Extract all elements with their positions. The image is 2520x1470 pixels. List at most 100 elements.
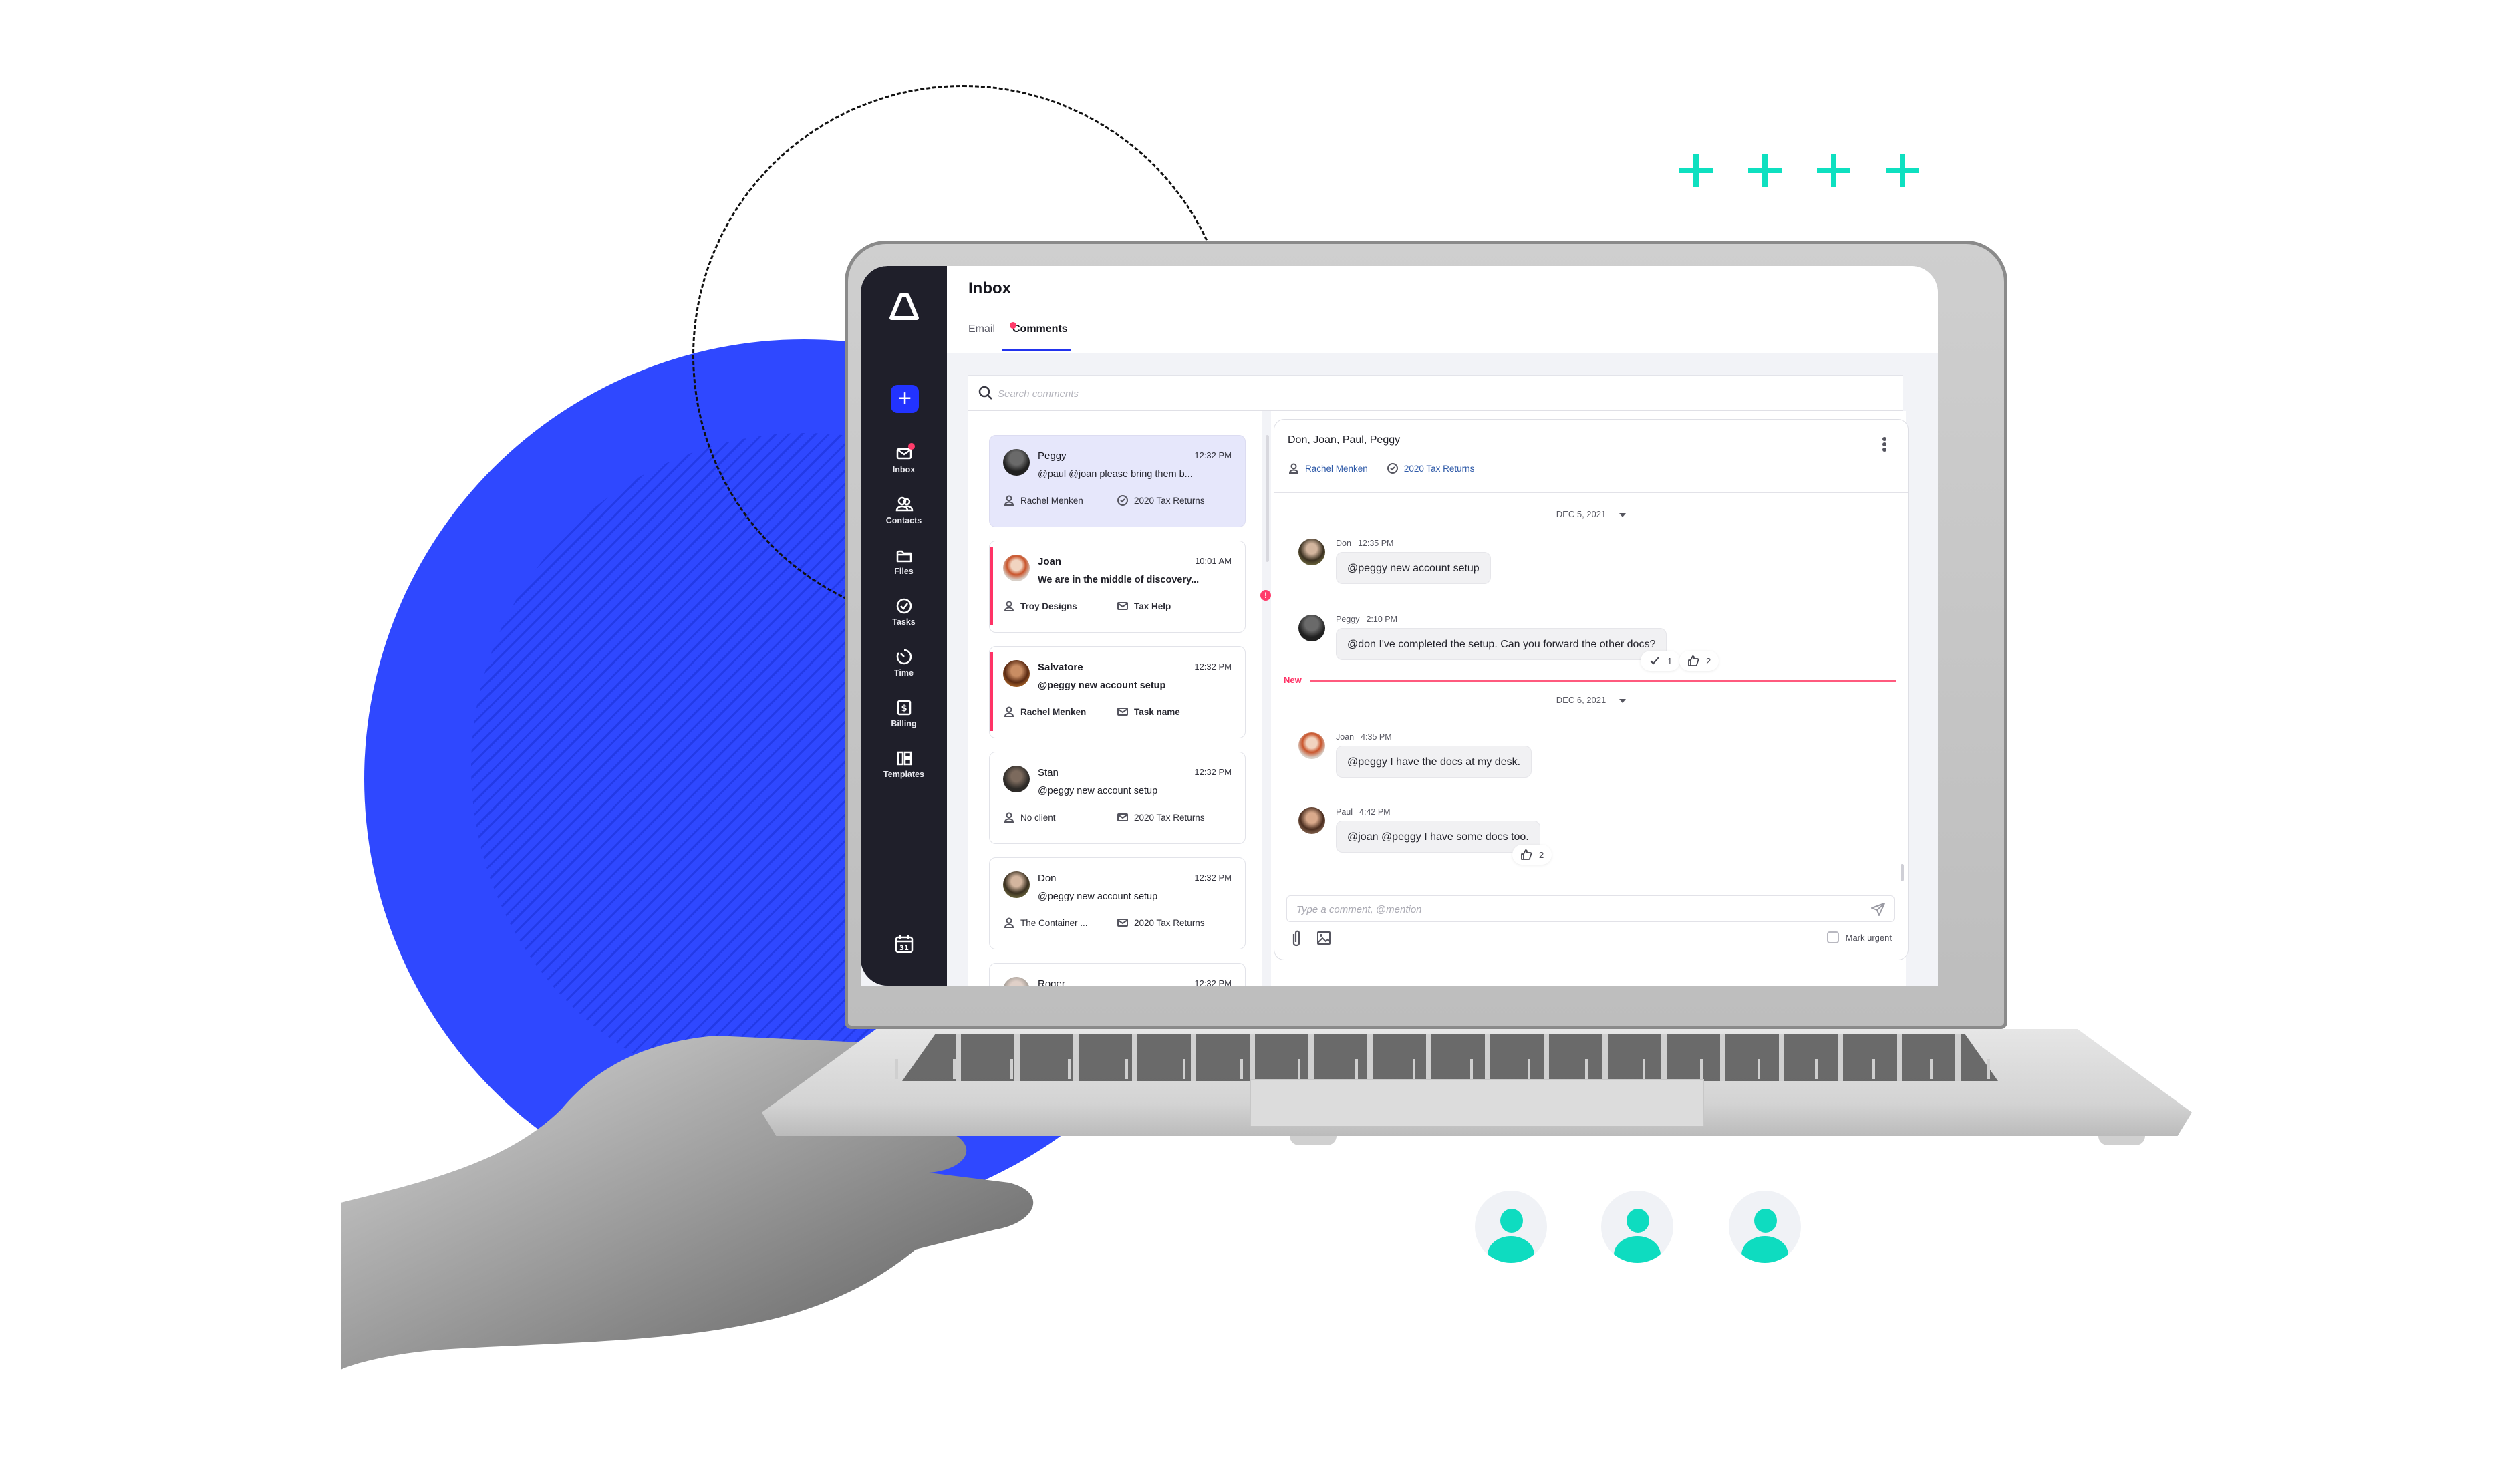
- date-separator: DEC 6, 2021: [1274, 695, 1908, 705]
- send-icon[interactable]: [1870, 901, 1887, 918]
- checkbox[interactable]: [1826, 931, 1839, 943]
- sidebar-item-contacts[interactable]: Contacts: [861, 496, 947, 527]
- sidebar-item-templates[interactable]: Templates: [861, 750, 947, 780]
- urgent-alert-icon: !: [1260, 590, 1271, 601]
- thread-client: The Container ...: [1003, 917, 1088, 929]
- thread-item[interactable]: Don 12:32 PM @peggy new account setup Th…: [989, 857, 1246, 949]
- thread-time: 10:01 AM: [1195, 556, 1232, 566]
- thread-time: 12:32 PM: [1194, 450, 1232, 460]
- thread-preview: @peggy new account setup: [1038, 680, 1166, 691]
- check-circle-icon: [1387, 463, 1398, 474]
- thread-author: Joan: [1038, 556, 1062, 567]
- contacts-icon: [895, 496, 913, 512]
- thread-author: Don: [1038, 873, 1057, 884]
- sidebar: + Inbox Contacts Files Tasks Time $ Bill…: [861, 266, 947, 986]
- message-header: Joan 4:35 PM: [1336, 732, 1392, 742]
- sidebar-item-label: Contacts: [885, 516, 922, 525]
- person-icon: [1288, 463, 1299, 474]
- sidebar-item-label: Billing: [891, 719, 917, 728]
- more-options-icon[interactable]: [1880, 436, 1889, 456]
- laptop-foot: [2098, 1136, 2145, 1145]
- thread-context: 2020 Tax Returns: [1117, 494, 1205, 506]
- page-title: Inbox: [968, 279, 1011, 297]
- thread-context: 2020 Tax Returns: [1117, 811, 1205, 823]
- message-bubble: @peggy new account setup: [1336, 552, 1491, 584]
- laptop-trackpad: [1250, 1079, 1704, 1126]
- conversation-panel: Don, Joan, Paul, Peggy Rachel Menken 202…: [1271, 411, 1909, 986]
- search-bar: [968, 375, 1903, 411]
- conversation-title: Don, Joan, Paul, Peggy: [1288, 434, 1401, 446]
- thread-list: Peggy 12:32 PM @paul @joan please bring …: [968, 411, 1271, 986]
- mark-urgent-checkbox[interactable]: Mark urgent: [1826, 931, 1892, 943]
- checkmark-icon: [1650, 657, 1659, 665]
- avatar: [1298, 807, 1325, 834]
- thread-author: Peggy: [1038, 450, 1067, 462]
- laptop-notch: [1290, 1136, 1337, 1145]
- sidebar-item-inbox[interactable]: Inbox: [861, 443, 947, 476]
- paperclip-icon[interactable]: [1289, 929, 1304, 949]
- thread-list-scrollbar[interactable]: [1266, 435, 1269, 562]
- thread-author: Stan: [1038, 767, 1059, 778]
- tab-comments[interactable]: Comments: [1012, 323, 1068, 335]
- conversation-client-link[interactable]: Rachel Menken: [1288, 462, 1368, 474]
- sidebar-item-label: Files: [894, 567, 914, 576]
- sidebar-item-time[interactable]: Time: [861, 648, 947, 679]
- message-bubble: @peggy I have the docs at my desk.: [1336, 746, 1532, 778]
- envelope-icon: [1117, 708, 1128, 716]
- thread-time: 12:32 PM: [1194, 873, 1232, 883]
- message-bubble: @don I've completed the setup. Can you f…: [1336, 628, 1667, 660]
- tab-email[interactable]: Email: [968, 323, 995, 335]
- avatar: [1003, 977, 1030, 986]
- sidebar-item-tasks[interactable]: Tasks: [861, 597, 947, 628]
- image-icon[interactable]: [1316, 930, 1332, 946]
- sidebar-item-label: Tasks: [892, 617, 916, 627]
- sidebar-item-billing[interactable]: $ Billing: [861, 699, 947, 730]
- sidebar-item-label: Time: [894, 668, 914, 678]
- message-header: Don 12:35 PM: [1336, 539, 1394, 548]
- thread-context: Task name: [1117, 706, 1180, 718]
- conversation-scrollbar[interactable]: [1901, 864, 1904, 881]
- thread-item[interactable]: Joan 10:01 AM We are in the middle of di…: [989, 541, 1246, 633]
- svg-text:$: $: [901, 704, 907, 714]
- reaction-check[interactable]: 1: [1641, 651, 1681, 671]
- sidebar-item-label: Inbox: [892, 465, 916, 474]
- laptop-keyboard-gaps: [895, 1059, 2005, 1079]
- thread-time: 12:32 PM: [1194, 767, 1232, 777]
- decorative-user-icon: [1475, 1191, 1547, 1263]
- message-header: Peggy 2:10 PM: [1336, 615, 1398, 624]
- delta-logo-icon[interactable]: [887, 291, 921, 325]
- notification-dot: [908, 443, 915, 450]
- thread-preview: @peggy new account setup: [1038, 786, 1158, 796]
- thread-client: Rachel Menken: [1003, 706, 1086, 718]
- reaction-thumbs-up[interactable]: 2: [1512, 845, 1552, 865]
- timer-icon: [896, 649, 912, 665]
- thread-item[interactable]: Peggy 12:32 PM @paul @joan please bring …: [989, 435, 1246, 527]
- person-icon: [1004, 601, 1014, 611]
- templates-icon: [897, 751, 912, 766]
- thread-item[interactable]: Stan 12:32 PM @peggy new account setup N…: [989, 752, 1246, 844]
- chevron-down-icon[interactable]: [1619, 512, 1627, 517]
- avatar: [1003, 660, 1030, 687]
- thread-author: Salvatore: [1038, 662, 1083, 673]
- conversation-context-link[interactable]: 2020 Tax Returns: [1387, 462, 1474, 474]
- search-input[interactable]: [998, 382, 1399, 405]
- thread-item[interactable]: Roger 12:32 PM: [989, 963, 1246, 986]
- thread-client: Rachel Menken: [1003, 494, 1083, 506]
- thumbs-up-icon: [1521, 849, 1532, 860]
- sidebar-item-files[interactable]: Files: [861, 547, 947, 577]
- calendar-icon[interactable]: 31: [894, 934, 914, 954]
- person-icon: [1004, 495, 1014, 506]
- check-circle-icon: [896, 598, 912, 614]
- comment-input[interactable]: [1296, 899, 1844, 920]
- reaction-thumbs-up[interactable]: 2: [1679, 651, 1719, 671]
- check-circle-icon: [1117, 495, 1128, 506]
- thread-item[interactable]: Salvatore 12:32 PM @peggy new account se…: [989, 646, 1246, 738]
- thread-time: 12:32 PM: [1194, 662, 1232, 672]
- new-messages-divider: New: [1284, 675, 1905, 688]
- message-bubble: @joan @peggy I have some docs too.: [1336, 821, 1540, 853]
- thread-context: Tax Help: [1117, 600, 1171, 612]
- chevron-down-icon[interactable]: [1619, 698, 1627, 703]
- new-item-button[interactable]: +: [891, 385, 919, 413]
- notification-dot: [1010, 322, 1016, 329]
- avatar: [1298, 539, 1325, 565]
